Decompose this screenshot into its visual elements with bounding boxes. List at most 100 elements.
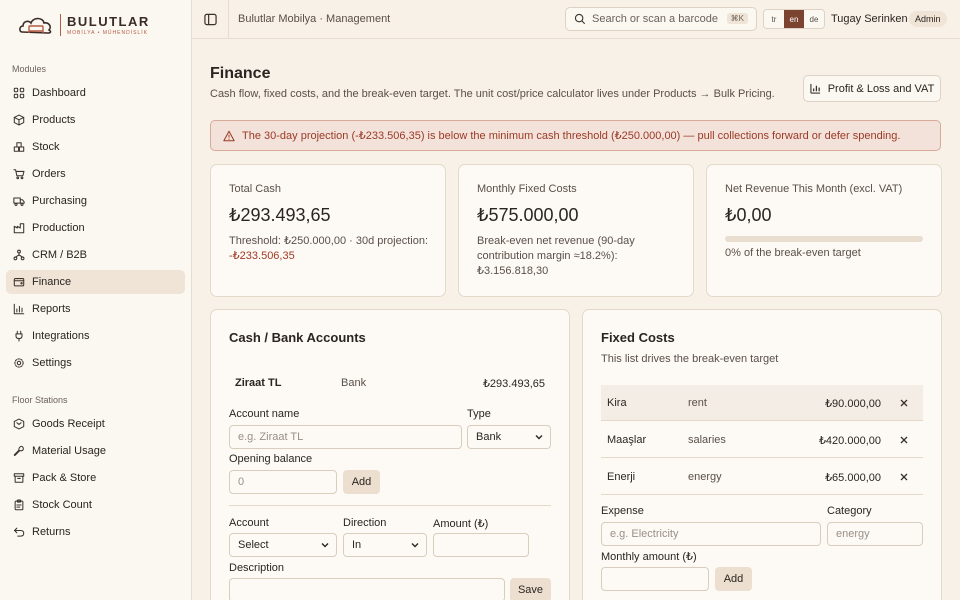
account-type: Bank [341,377,367,389]
main-content: Finance Cash flow, fixed costs, and the … [192,40,960,600]
brand-subtitle: MOBİLYA • MÜHENDİSLİK [67,30,148,36]
sidebar-item-goods-receipt[interactable]: Goods Receipt [6,412,185,436]
user-name[interactable]: Tugay Serinken [831,13,908,25]
sidebar-item-purchasing[interactable]: Purchasing [6,189,185,213]
logo-icon [18,12,54,39]
profit-loss-vat-button[interactable]: Profit & Loss and VAT [803,75,941,102]
search-placeholder: Search or scan a barcode [592,13,718,25]
sidebar-item-label: CRM / B2B [32,249,88,261]
sidebar-item-label: Goods Receipt [32,418,105,430]
txn-amount-input[interactable] [433,533,529,557]
chevron-down-icon [321,543,329,548]
page-title: Finance [210,65,271,82]
monthly-amount-input[interactable] [601,567,709,591]
category-input[interactable] [827,522,923,546]
kpi-monthly-fixed-costs: Monthly Fixed Costs ₺575.000,00 Break-ev… [458,164,694,297]
sidebar-item-dashboard[interactable]: Dashboard [6,81,185,105]
cash-threshold-alert: The 30-day projection (-₺233.506,35) is … [210,120,941,151]
chevron-down-icon [411,543,419,548]
lang-tr[interactable]: tr [764,10,784,28]
sidebar-item-settings[interactable]: Settings [6,351,185,375]
account-type-label: Type [467,408,491,420]
sidebar-item-stock-count[interactable]: Stock Count [6,493,185,517]
cost-category: energy [688,471,722,483]
archive-icon [12,472,25,485]
txn-description-input[interactable] [229,578,505,600]
search-box[interactable]: Search or scan a barcode ⌘K [565,7,757,31]
modules-list: Dashboard Products Stock Orders Purchasing Pr… [0,81,191,375]
sidebar-item-label: Pack & Store [32,472,97,484]
projection-value: -₺233.506,35 [229,250,295,262]
sidebar-item-label: Orders [32,168,66,180]
sidebar-item-label: Production [32,222,85,234]
sidebar-item-pack-store[interactable]: Pack & Store [6,466,185,490]
fixed-cost-row: Kira rent ₺90.000,00 [601,385,923,421]
add-fixed-cost-button[interactable]: Add [715,567,752,591]
kpi-value: ₺293.493,65 [229,205,331,225]
cash-bank-accounts-card: Cash / Bank Accounts Ziraat TL Bank ₺293… [210,309,570,600]
language-switcher: tr en de [763,9,825,29]
search-icon [574,13,586,25]
close-icon[interactable] [898,397,910,409]
opening-balance-label: Opening balance [229,453,313,465]
sidebar-item-label: Returns [32,526,71,538]
cost-name: Enerji [607,471,636,483]
lang-en[interactable]: en [784,10,804,28]
kpi-note: Break-even net revenue (90-day contribut… [477,235,635,277]
cost-category: salaries [688,434,726,446]
sidebar-item-integrations[interactable]: Integrations [6,324,185,348]
profit-loss-vat-label: Profit & Loss and VAT [827,82,935,95]
box-icon [12,114,25,127]
breadcrumb[interactable]: Bulutlar Mobilya · Management [238,13,390,25]
expense-input[interactable] [601,522,821,546]
sidebar-item-label: Stock Count [32,499,92,511]
save-transaction-button[interactable]: Save [510,578,551,600]
lang-de[interactable]: de [804,10,824,28]
wrench-icon [12,445,25,458]
sidebar-toggle-button[interactable] [192,0,229,39]
close-icon[interactable] [898,434,910,446]
sidebar-item-production[interactable]: Production [6,216,185,240]
sidebar-item-reports[interactable]: Reports [6,297,185,321]
account-name-input[interactable] [229,425,462,449]
sidebar-item-finance[interactable]: Finance [6,270,185,294]
cost-name: Maaşlar [607,434,647,446]
bar-chart-icon [810,83,820,94]
add-account-button[interactable]: Add [343,470,380,494]
wallet-icon [12,276,25,289]
sidebar-item-crm-b2b[interactable]: CRM / B2B [6,243,185,267]
txn-direction-select[interactable]: In [343,533,427,557]
search-shortcut: ⌘K [726,13,748,24]
brand-text: BULUTLAR MOBİLYA • MÜHENDİSLİK [67,14,150,36]
txn-direction-value: In [352,539,362,551]
account-type-select[interactable]: Bank [467,425,551,449]
sidebar-item-material-usage[interactable]: Material Usage [6,439,185,463]
sidebar-item-stock[interactable]: Stock [6,135,185,159]
divider [229,505,551,506]
txn-account-value: Select [238,539,269,551]
expense-label: Expense [601,505,644,517]
network-icon [12,249,25,262]
cost-name: Kira [607,397,627,409]
cost-amount: ₺65.000,00 [825,472,881,484]
opening-balance-input[interactable] [229,470,337,494]
sidebar-item-returns[interactable]: Returns [6,520,185,544]
threshold-text: Threshold: ₺250.000,00 · 30d projection: [229,235,429,247]
sidebar-item-products[interactable]: Products [6,108,185,132]
clipboard-icon [12,499,25,512]
cost-category: rent [688,397,707,409]
fixed-costs-card: Fixed Costs This list drives the break-e… [582,309,942,600]
kpi-note: Threshold: ₺250.000,00 · 30d projection:… [229,234,439,264]
truck-icon [12,195,25,208]
txn-amount-label: Amount (₺) [433,518,489,530]
factory-icon [12,222,25,235]
txn-account-select[interactable]: Select [229,533,337,557]
kpi-value: ₺575.000,00 [477,205,579,225]
sidebar-item-orders[interactable]: Orders [6,162,185,186]
return-icon [12,526,25,539]
brand[interactable]: BULUTLAR MOBİLYA • MÜHENDİSLİK [0,0,191,50]
kpi-label: Total Cash [229,183,281,195]
sidebar-item-label: Products [32,114,76,126]
break-even-progress [725,236,923,242]
close-icon[interactable] [898,471,910,483]
